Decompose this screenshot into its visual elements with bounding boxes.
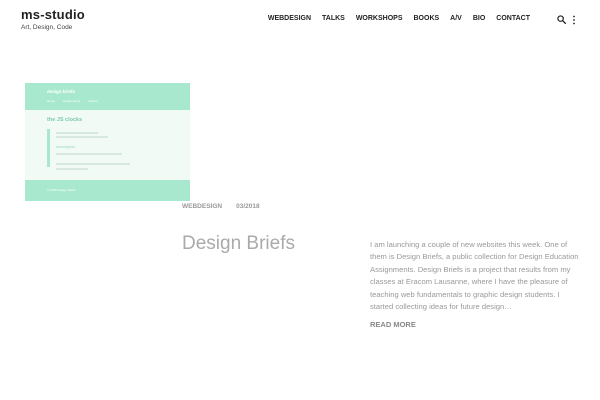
thumbnail-nav: Home Assignments Submit: [47, 99, 98, 103]
thumbnail-nav-item: Home: [47, 99, 56, 103]
post-title[interactable]: Design Briefs: [182, 233, 295, 255]
site-tagline: Art, Design, Code: [21, 24, 73, 31]
thumbnail-text-line: [56, 163, 130, 165]
nav-item-talks[interactable]: TALKS: [322, 15, 345, 22]
thumbnail-text-line: [56, 136, 108, 138]
thumbnail-text-line: [56, 132, 98, 134]
post-excerpt: I am launching a couple of new websites …: [370, 240, 579, 312]
nav-item-webdesign[interactable]: WEBDESIGN: [268, 15, 311, 22]
search-icon[interactable]: [557, 15, 566, 24]
nav-item-books[interactable]: BOOKS: [414, 15, 440, 22]
thumbnail-accent-bar: [47, 129, 50, 167]
site-title[interactable]: ms-studio: [21, 7, 85, 22]
more-vertical-icon[interactable]: [572, 15, 576, 25]
thumbnail-header-band: [25, 83, 190, 110]
thumbnail-heading: the JS clocks: [47, 117, 83, 123]
post-date: 03/2018: [236, 203, 260, 210]
thumbnail-footer: © 2018 Design Briefs: [47, 188, 76, 192]
thumbnail-text-line: [56, 153, 122, 155]
post-meta: WEBDESIGN 03/2018: [182, 203, 260, 210]
read-more-link[interactable]: READ MORE: [370, 320, 416, 329]
thumbnail-nav-item: Submit: [88, 99, 98, 103]
thumbnail-site-title: design briefs: [47, 89, 76, 94]
nav-item-bio[interactable]: BIO: [473, 15, 485, 22]
thumbnail-description-label: description: [56, 144, 76, 149]
thumbnail-nav-item: Assignments: [63, 99, 81, 103]
nav-item-av[interactable]: A/V: [450, 15, 462, 22]
nav-item-contact[interactable]: CONTACT: [496, 15, 530, 22]
thumbnail-text-line: [56, 168, 88, 170]
post-category-link[interactable]: WEBDESIGN: [182, 203, 222, 210]
nav-item-workshops[interactable]: WORKSHOPS: [356, 15, 403, 22]
main-nav: WEBDESIGN TALKS WORKSHOPS BOOKS A/V BIO …: [268, 15, 530, 22]
post-thumbnail[interactable]: design briefs Home Assignments Submit th…: [25, 83, 190, 201]
